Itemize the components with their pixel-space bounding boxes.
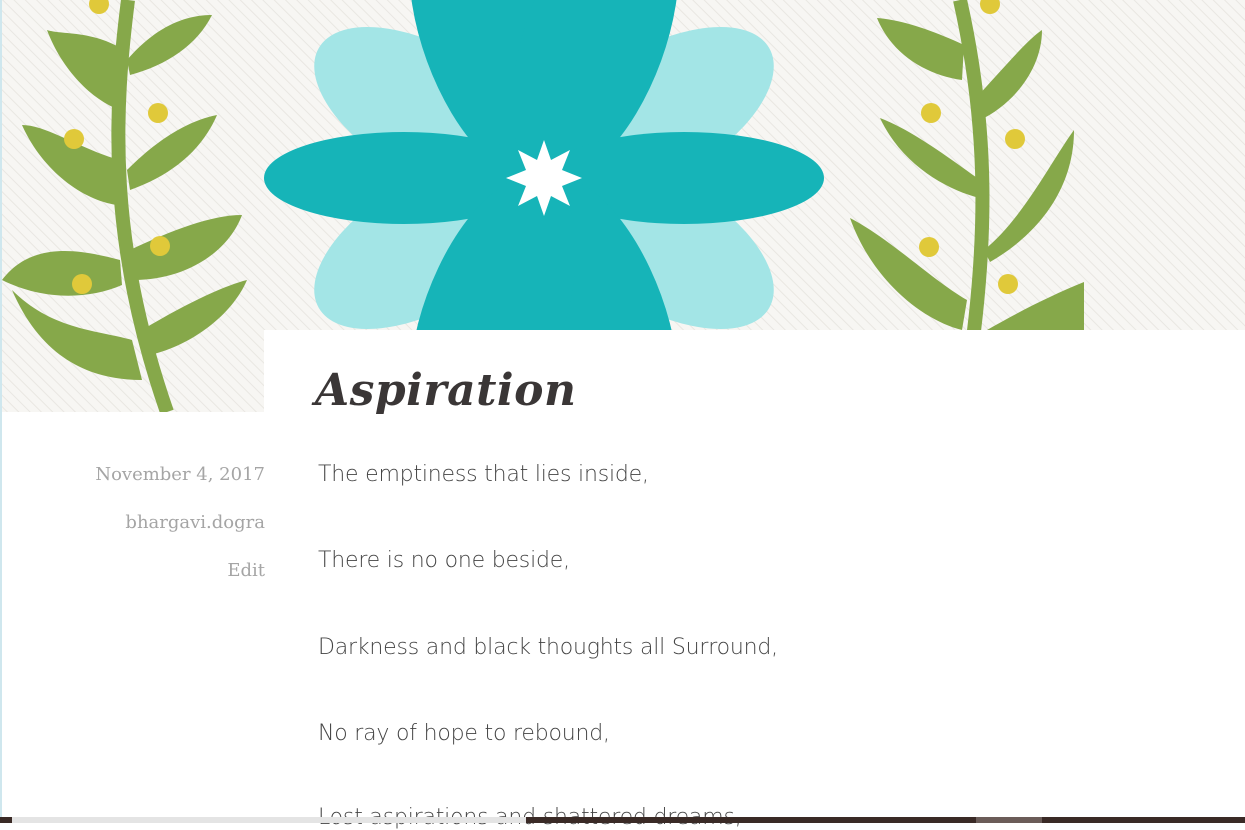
scrollbar-track[interactable]	[12, 817, 526, 823]
poem-line: Darkness and black thoughts all Surround…	[318, 635, 778, 660]
edit-post-link[interactable]: Edit	[227, 560, 265, 581]
post-author-link[interactable]: bhargavi.dogra	[125, 512, 265, 533]
horizontal-scrollbar[interactable]	[0, 817, 1245, 823]
scrollbar-thumb[interactable]	[976, 817, 1042, 823]
poem-line: No ray of hope to rebound,	[318, 721, 610, 746]
poem-line: There is no one beside,	[318, 548, 570, 573]
post-date-link[interactable]: November 4, 2017	[95, 464, 265, 485]
poem-line: The emptiness that lies inside,	[318, 462, 649, 487]
post-title: Aspiration	[315, 365, 577, 416]
